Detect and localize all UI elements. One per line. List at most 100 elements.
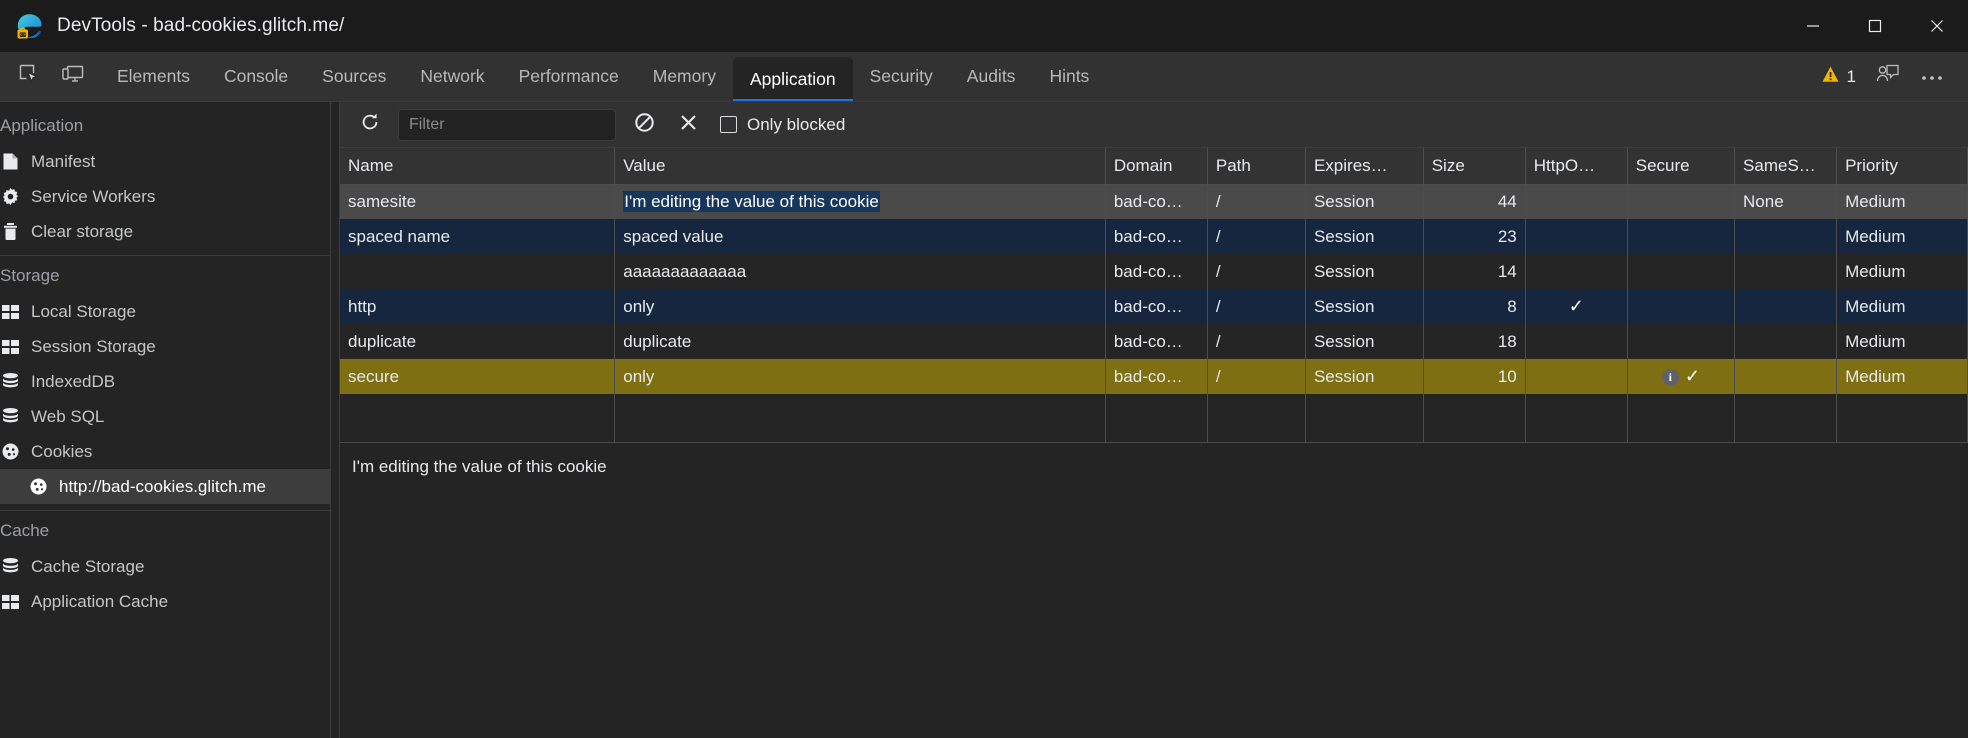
- cookie-issue-info-icon[interactable]: i: [1662, 369, 1679, 386]
- cell-expires[interactable]: Session: [1305, 289, 1423, 324]
- maximize-button[interactable]: [1844, 0, 1906, 52]
- sidebar-item-cookies[interactable]: Cookies: [0, 434, 330, 469]
- cell-name[interactable]: duplicate: [340, 324, 615, 359]
- tab-application[interactable]: Application: [733, 57, 853, 101]
- device-toolbar-button[interactable]: [54, 58, 92, 96]
- table-row[interactable]: samesite I'm editing the value of this c…: [340, 184, 1968, 219]
- cell-priority[interactable]: Medium: [1837, 254, 1968, 289]
- tab-hints[interactable]: Hints: [1032, 52, 1106, 101]
- cell-expires[interactable]: Session: [1305, 184, 1423, 219]
- cell-size[interactable]: 44: [1423, 184, 1525, 219]
- column-header-samesite[interactable]: SameS…: [1735, 148, 1837, 184]
- cell-expires[interactable]: Session: [1305, 324, 1423, 359]
- tab-audits[interactable]: Audits: [950, 52, 1033, 101]
- tab-network[interactable]: Network: [403, 52, 501, 101]
- cell-domain[interactable]: bad-co…: [1105, 289, 1207, 324]
- table-row[interactable]: spaced name spaced value bad-co… / Sessi…: [340, 219, 1968, 254]
- cell-samesite[interactable]: [1735, 289, 1837, 324]
- cell-domain[interactable]: bad-co…: [1105, 184, 1207, 219]
- cell-httponly[interactable]: [1525, 254, 1627, 289]
- cell-httponly[interactable]: [1525, 324, 1627, 359]
- cell-priority[interactable]: Medium: [1837, 289, 1968, 324]
- sidebar-item-indexeddb[interactable]: IndexedDB: [0, 364, 330, 399]
- minimize-button[interactable]: [1782, 0, 1844, 52]
- cell-path[interactable]: /: [1207, 289, 1305, 324]
- cell-value[interactable]: duplicate: [615, 324, 1106, 359]
- cell-value[interactable]: aaaaaaaaaaaaa: [615, 254, 1106, 289]
- cell-size[interactable]: 18: [1423, 324, 1525, 359]
- cell-name[interactable]: [340, 254, 615, 289]
- column-header-value[interactable]: Value: [615, 148, 1106, 184]
- cell-domain[interactable]: bad-co…: [1105, 219, 1207, 254]
- only-blocked-checkbox[interactable]: [720, 116, 737, 133]
- cell-secure[interactable]: [1627, 254, 1734, 289]
- inspect-element-button[interactable]: [10, 58, 48, 96]
- cell-path[interactable]: /: [1207, 254, 1305, 289]
- cell-expires[interactable]: Session: [1305, 359, 1423, 394]
- sidebar-item-clear-storage[interactable]: Clear storage: [0, 214, 330, 249]
- cell-httponly[interactable]: [1525, 184, 1627, 219]
- more-options-button[interactable]: [1912, 58, 1952, 96]
- sidebar-item-manifest[interactable]: Manifest: [0, 144, 330, 179]
- cell-priority[interactable]: Medium: [1837, 219, 1968, 254]
- column-header-size[interactable]: Size: [1423, 148, 1525, 184]
- cell-size[interactable]: 10: [1423, 359, 1525, 394]
- column-header-secure[interactable]: Secure: [1627, 148, 1734, 184]
- cell-size[interactable]: 23: [1423, 219, 1525, 254]
- cell-priority[interactable]: Medium: [1837, 359, 1968, 394]
- close-button[interactable]: [1906, 0, 1968, 52]
- delete-selected-cookie-button[interactable]: [672, 109, 704, 141]
- cell-path[interactable]: /: [1207, 324, 1305, 359]
- tab-performance[interactable]: Performance: [502, 52, 636, 101]
- cell-priority[interactable]: Medium: [1837, 184, 1968, 219]
- cell-expires[interactable]: Session: [1305, 254, 1423, 289]
- cell-value[interactable]: only: [615, 359, 1106, 394]
- sidebar-item-application-cache[interactable]: Application Cache: [0, 584, 330, 619]
- clear-all-cookies-button[interactable]: [628, 109, 660, 141]
- tab-elements[interactable]: Elements: [100, 52, 207, 101]
- warning-indicator[interactable]: 1: [1813, 58, 1864, 96]
- cell-name[interactable]: secure: [340, 359, 615, 394]
- sidebar-item-cache-storage[interactable]: Cache Storage: [0, 549, 330, 584]
- cell-domain[interactable]: bad-co…: [1105, 359, 1207, 394]
- cell-size[interactable]: 8: [1423, 289, 1525, 324]
- only-blocked-toggle[interactable]: Only blocked: [720, 115, 845, 135]
- table-row[interactable]: aaaaaaaaaaaaa bad-co… / Session 14 Mediu…: [340, 254, 1968, 289]
- cell-samesite[interactable]: None: [1735, 184, 1837, 219]
- table-empty-row[interactable]: [340, 394, 1968, 443]
- cell-secure[interactable]: [1627, 219, 1734, 254]
- tab-memory[interactable]: Memory: [636, 52, 733, 101]
- cell-samesite[interactable]: [1735, 254, 1837, 289]
- sidebar-item-local-storage[interactable]: Local Storage: [0, 294, 330, 329]
- column-header-expires[interactable]: Expires…: [1305, 148, 1423, 184]
- cell-expires[interactable]: Session: [1305, 219, 1423, 254]
- table-row[interactable]: secure only bad-co… / Session 10 i✓ Medi…: [340, 359, 1968, 394]
- tab-security[interactable]: Security: [853, 52, 950, 101]
- sidebar-item-service-workers[interactable]: Service Workers: [0, 179, 330, 214]
- tab-console[interactable]: Console: [207, 52, 305, 101]
- cell-name[interactable]: samesite: [340, 184, 615, 219]
- filter-input[interactable]: [398, 109, 616, 141]
- cell-domain[interactable]: bad-co…: [1105, 324, 1207, 359]
- cell-samesite[interactable]: [1735, 359, 1837, 394]
- cell-secure[interactable]: [1627, 289, 1734, 324]
- sidebar-item-web-sql[interactable]: Web SQL: [0, 399, 330, 434]
- cell-name[interactable]: spaced name: [340, 219, 615, 254]
- cell-value-editing[interactable]: I'm editing the value of this cookie: [615, 184, 1106, 219]
- cell-domain[interactable]: bad-co…: [1105, 254, 1207, 289]
- refresh-button[interactable]: [354, 109, 386, 141]
- column-header-path[interactable]: Path: [1207, 148, 1305, 184]
- cell-httponly[interactable]: ✓: [1525, 289, 1627, 324]
- cell-path[interactable]: /: [1207, 359, 1305, 394]
- column-header-priority[interactable]: Priority: [1837, 148, 1968, 184]
- cell-priority[interactable]: Medium: [1837, 324, 1968, 359]
- cell-value[interactable]: spaced value: [615, 219, 1106, 254]
- column-header-httponly[interactable]: HttpO…: [1525, 148, 1627, 184]
- cell-path[interactable]: /: [1207, 184, 1305, 219]
- column-header-name[interactable]: Name: [340, 148, 615, 184]
- sidebar-item-session-storage[interactable]: Session Storage: [0, 329, 330, 364]
- cell-name[interactable]: http: [340, 289, 615, 324]
- cell-path[interactable]: /: [1207, 219, 1305, 254]
- cell-value-selected-text[interactable]: I'm editing the value of this cookie: [623, 191, 880, 212]
- sidebar-item-cookie-origin[interactable]: http://bad-cookies.glitch.me: [0, 469, 330, 504]
